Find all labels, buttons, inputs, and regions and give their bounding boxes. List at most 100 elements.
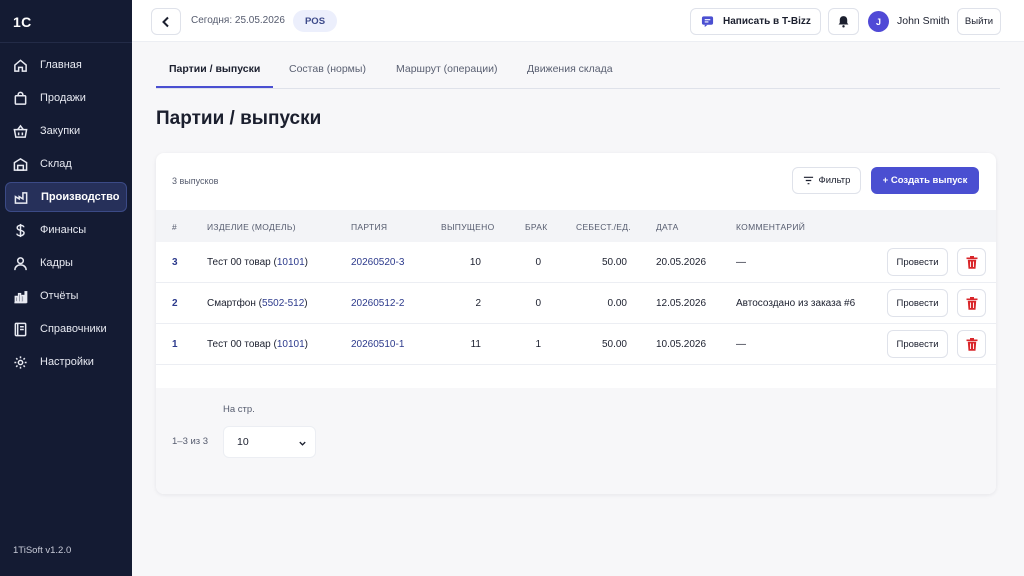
records-count: 3 выпусков (172, 176, 219, 186)
sidebar-item-directories[interactable]: Справочники (5, 314, 127, 344)
tab-batches[interactable]: Партии / выпуски (169, 63, 260, 75)
sidebar-item-label: Склад (40, 158, 72, 170)
release-date: 20.05.2026 (656, 257, 707, 268)
tab-stock-movements[interactable]: Движения склада (527, 63, 613, 75)
sidebar-item-production[interactable]: Производство (5, 182, 127, 212)
table-row: 3 Тест 00 товар (10101) 20260520-3 10 0 … (156, 242, 996, 283)
pos-badge[interactable]: POS (293, 10, 337, 32)
avatar[interactable]: J (868, 11, 889, 32)
table-header: # ИЗДЕЛИЕ (МОДЕЛЬ) ПАРТИЯ ВЫПУЩЕНО БРАК … (156, 210, 996, 242)
back-button[interactable] (151, 8, 181, 35)
tab-route[interactable]: Маршрут (операции) (396, 63, 497, 75)
sidebar-item-warehouse[interactable]: Склад (5, 149, 127, 179)
tab-composition[interactable]: Состав (нормы) (289, 63, 366, 75)
brand-logo[interactable]: 1С (13, 14, 32, 30)
sidebar-item-settings[interactable]: Настройки (5, 347, 127, 377)
chevron-down-icon (299, 441, 306, 446)
per-page-select[interactable]: 10 (223, 426, 316, 458)
trash-icon (966, 255, 977, 269)
username[interactable]: John Smith (897, 15, 950, 27)
home-icon (13, 58, 28, 73)
sidebar-item-label: Производство (41, 191, 120, 203)
chevron-left-icon (162, 16, 169, 27)
release-date: 10.05.2026 (656, 339, 707, 350)
book-icon (13, 322, 28, 337)
write-to-tbizz-button[interactable]: Написать в T-Bizz (690, 8, 821, 35)
sidebar-item-label: Продажи (40, 92, 86, 104)
filter-button[interactable]: Фильтр (792, 167, 861, 194)
sidebar-item-home[interactable]: Главная (5, 50, 127, 80)
batch-link[interactable]: 20260510-1 (351, 339, 404, 350)
create-release-button[interactable]: + Создать выпуск (871, 167, 979, 194)
sidebar-item-reports[interactable]: Отчёты (5, 281, 127, 311)
user-icon (13, 256, 28, 271)
row-id[interactable]: 2 (172, 298, 178, 309)
product-name: Тест 00 товар (207, 257, 271, 268)
filter-icon (803, 176, 813, 185)
delete-button[interactable] (957, 289, 986, 317)
trash-icon (966, 296, 977, 310)
sidebar-item-purchases[interactable]: Закупки (5, 116, 127, 146)
comment: — (736, 339, 746, 350)
dollar-icon (13, 223, 28, 238)
sidebar-item-label: Кадры (40, 257, 73, 269)
column-header[interactable]: КОММЕНТАРИЙ (736, 222, 805, 232)
pagination-footer: На стр. 1–3 из 3 10 (156, 388, 996, 494)
product-cell: Тест 00 товар (10101) (207, 339, 308, 350)
released-qty: 2 (475, 298, 481, 309)
column-header[interactable]: ВЫПУЩЕНО (441, 222, 495, 232)
delete-button[interactable] (957, 248, 986, 276)
row-id[interactable]: 3 (172, 257, 178, 268)
model-link[interactable]: 5502-512 (262, 298, 304, 309)
column-header[interactable]: ИЗДЕЛИЕ (МОДЕЛЬ) (207, 222, 296, 232)
product-cell: Тест 00 товар (10101) (207, 257, 308, 268)
top-header: Сегодня: 25.05.2026 POS Написать в T-Biz… (132, 0, 1024, 42)
gear-icon (13, 355, 28, 370)
warehouse-icon (13, 157, 28, 172)
post-button[interactable]: Провести (887, 289, 948, 317)
sidebar-item-finance[interactable]: Финансы (5, 215, 127, 245)
released-qty: 10 (469, 257, 481, 268)
column-header[interactable]: ДАТА (656, 222, 679, 232)
bag-icon (13, 91, 28, 106)
sidebar-item-staff[interactable]: Кадры (5, 248, 127, 278)
unit-cost: 0.00 (607, 298, 627, 309)
sidebar-item-label: Закупки (40, 125, 81, 137)
model-link[interactable]: 10101 (277, 257, 305, 268)
pagination-range: 1–3 из 3 (172, 436, 209, 447)
sidebar-item-label: Финансы (40, 224, 87, 236)
released-qty: 11 (470, 339, 481, 350)
basket-icon (13, 124, 28, 139)
model-link[interactable]: 10101 (277, 339, 305, 350)
column-header[interactable]: ПАРТИЯ (351, 222, 387, 232)
delete-button[interactable] (957, 330, 986, 358)
column-header[interactable]: СЕБЕСТ./ЕД. (576, 222, 631, 232)
active-tab-indicator (156, 86, 273, 88)
release-date: 12.05.2026 (656, 298, 707, 309)
page-title: Партии / выпуски (156, 108, 322, 129)
product-cell: Смартфон (5502-512) (207, 298, 308, 309)
row-id[interactable]: 1 (172, 339, 178, 350)
trash-icon (966, 337, 977, 351)
sidebar-item-sales[interactable]: Продажи (5, 83, 127, 113)
defect-qty: 0 (535, 298, 541, 309)
batch-link[interactable]: 20260520-3 (351, 257, 404, 268)
post-button[interactable]: Провести (887, 330, 948, 358)
chat-icon (701, 16, 714, 28)
post-button[interactable]: Провести (887, 248, 948, 276)
sidebar-divider (0, 42, 132, 43)
sidebar-item-label: Главная (40, 59, 82, 71)
bell-icon (838, 16, 849, 28)
sidebar-nav: Главная Продажи Закупки Склад Производст… (5, 50, 127, 380)
logout-button[interactable]: Выйти (957, 8, 1001, 35)
defect-qty: 0 (535, 257, 541, 268)
app-version: 1TiSoft v1.2.0 (13, 545, 72, 556)
column-header[interactable]: БРАК (525, 222, 548, 232)
bar-chart-icon (13, 289, 28, 304)
sidebar: 1С Главная Продажи Закупки Склад Произво… (0, 0, 132, 576)
sidebar-item-label: Справочники (40, 323, 107, 335)
batch-link[interactable]: 20260512-2 (351, 298, 404, 309)
column-header[interactable]: # (172, 222, 177, 232)
notifications-button[interactable] (828, 8, 859, 35)
sidebar-item-label: Отчёты (40, 290, 79, 302)
